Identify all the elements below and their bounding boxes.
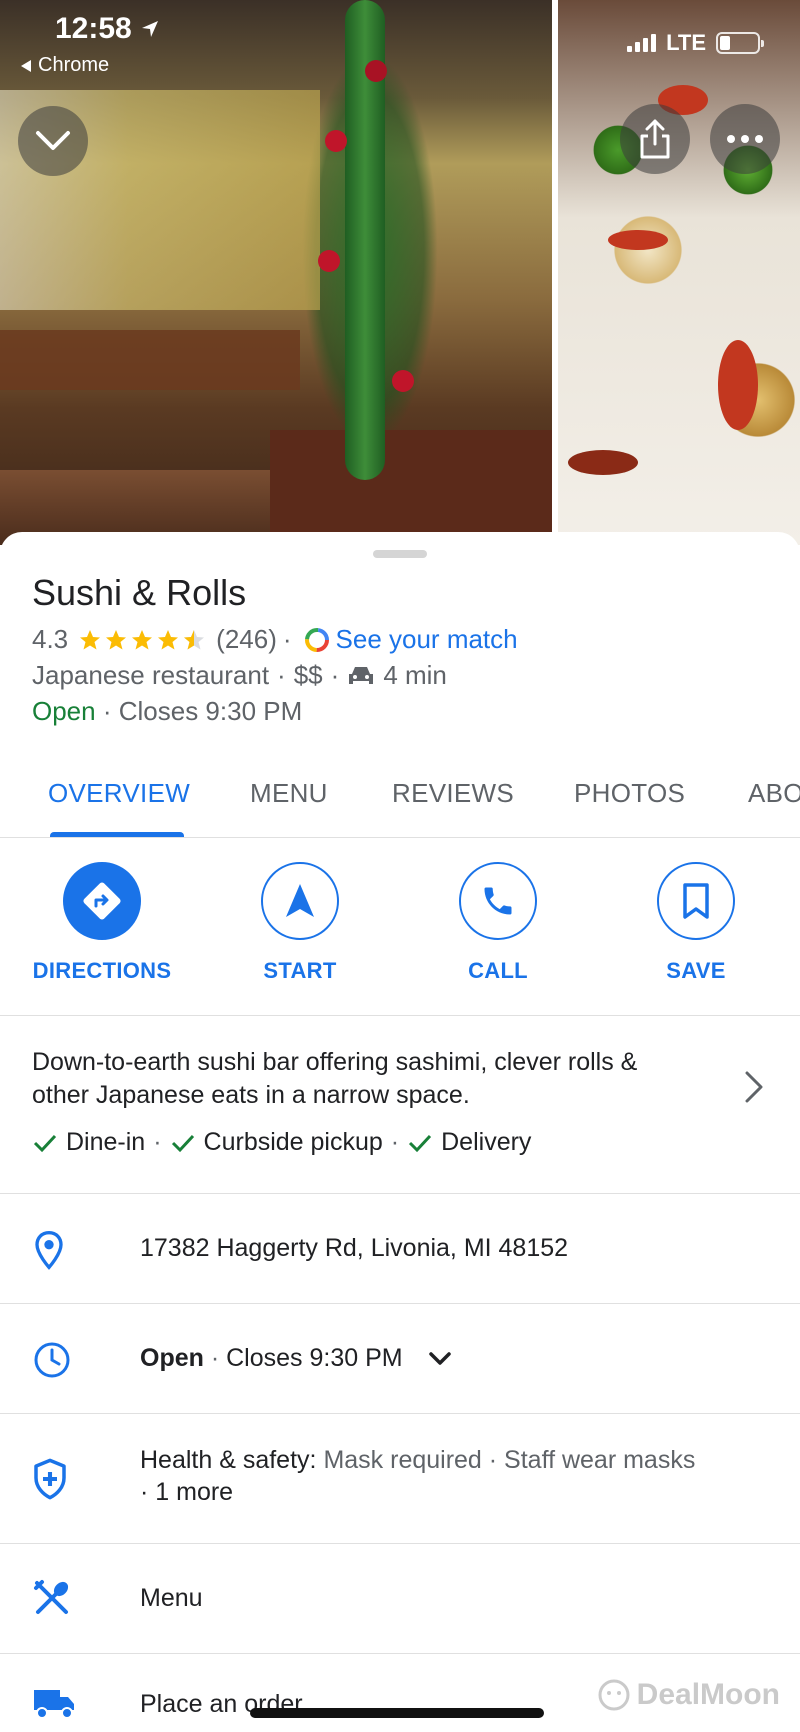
share-button[interactable] xyxy=(620,104,690,174)
review-count[interactable]: (246) xyxy=(216,624,277,655)
hours-summary: Open · Closes 9:30 PM xyxy=(32,696,303,726)
start-label: START xyxy=(263,958,337,983)
health-safety-row[interactable]: Health & safety: Mask required · Staff w… xyxy=(0,1414,800,1544)
car-icon xyxy=(349,666,374,684)
menu-row[interactable]: Menu xyxy=(0,1544,800,1654)
description-section[interactable]: Down-to-earth sushi bar offering sashimi… xyxy=(0,1016,800,1194)
watermark-logo-icon xyxy=(598,1679,630,1711)
hours-text: Open · Closes 9:30 PM xyxy=(140,1344,452,1373)
clock-icon xyxy=(34,1342,70,1378)
category-label: Japanese restaurant xyxy=(32,660,270,690)
tab-overview[interactable]: OVERVIEW xyxy=(48,778,190,809)
star-half-icon xyxy=(184,629,205,649)
rating-row: 4.3 (246) · See your match xyxy=(32,624,518,655)
health-line-1: Health & safety: Mask required · Staff w… xyxy=(140,1446,695,1475)
health-values: Mask required · Staff wear masks xyxy=(323,1446,696,1474)
check-icon xyxy=(409,1134,432,1152)
chevron-down-icon xyxy=(36,131,70,150)
place-sheet: Sushi & Rolls 4.3 (246) · See your match… xyxy=(0,532,800,1732)
more-dots-icon xyxy=(727,135,763,143)
photo-carousel[interactable]: 12:58 Chrome LTE xyxy=(0,0,800,545)
start-button[interactable]: START xyxy=(210,862,390,984)
network-label: LTE xyxy=(666,30,706,55)
sushi-rolls-photo[interactable] xyxy=(558,0,800,545)
price-level: $$ xyxy=(293,660,323,690)
battery-icon xyxy=(716,32,764,54)
share-icon xyxy=(640,119,670,159)
amenity-dine-in: Dine-in xyxy=(66,1128,146,1156)
more-options-button[interactable] xyxy=(710,104,780,174)
back-app-label: Chrome xyxy=(38,54,110,76)
star-icon xyxy=(80,629,101,649)
directions-button[interactable]: DIRECTIONS xyxy=(12,862,192,984)
health-more: · 1 more xyxy=(140,1478,234,1506)
directions-label: DIRECTIONS xyxy=(32,958,172,983)
restaurant-interior-photo[interactable] xyxy=(0,0,552,545)
hours-open: Open xyxy=(140,1344,204,1372)
drag-handle[interactable] xyxy=(373,550,427,558)
amenities-row: Dine-in · Curbside pickup · Delivery xyxy=(32,1128,531,1157)
call-label: CALL xyxy=(468,958,528,983)
health-label: Health & safety: xyxy=(140,1446,317,1474)
rating-stars xyxy=(78,628,206,652)
description-text: Down-to-earth sushi bar offering sashimi… xyxy=(32,1048,638,1109)
tab-menu[interactable]: MENU xyxy=(250,778,328,809)
collapse-button[interactable] xyxy=(18,106,88,176)
navigation-arrow-icon xyxy=(286,884,314,917)
back-triangle-icon xyxy=(21,59,31,72)
google-g-icon xyxy=(304,627,329,652)
address-row[interactable]: 17382 Haggerty Rd, Livonia, MI 48152 xyxy=(0,1194,800,1304)
star-icon xyxy=(106,629,127,649)
call-button[interactable]: CALL xyxy=(408,862,588,984)
open-status: Open xyxy=(32,696,96,726)
drive-time: 4 min xyxy=(383,660,447,690)
address-text: 17382 Haggerty Rd, Livonia, MI 48152 xyxy=(140,1234,569,1262)
chevron-down-icon[interactable] xyxy=(428,1351,452,1367)
hours-closes: Closes 9:30 PM xyxy=(226,1344,403,1372)
action-buttons: DIRECTIONS START CALL SAVE xyxy=(0,838,800,1016)
tab-reviews[interactable]: REVIEWS xyxy=(392,778,514,809)
chevron-right-icon xyxy=(745,1071,763,1103)
hours-row[interactable]: Open · Closes 9:30 PM xyxy=(0,1304,800,1414)
tab-photos[interactable]: PHOTOS xyxy=(574,778,685,809)
signal-icon xyxy=(627,34,657,52)
utensils-icon xyxy=(34,1580,69,1614)
closing-time: Closes 9:30 PM xyxy=(118,696,303,726)
delivery-truck-icon xyxy=(34,1690,74,1719)
save-label: SAVE xyxy=(666,958,726,983)
rating-value: 4.3 xyxy=(32,624,69,654)
status-indicators: LTE xyxy=(627,30,764,56)
place-title: Sushi & Rolls xyxy=(32,572,247,613)
star-icon xyxy=(158,629,179,649)
bookmark-icon xyxy=(683,883,709,919)
status-time: 12:58 xyxy=(55,12,160,46)
check-icon xyxy=(33,1134,57,1152)
location-arrow-icon xyxy=(141,21,158,37)
save-button[interactable]: SAVE xyxy=(606,862,786,984)
directions-icon xyxy=(83,882,121,920)
amenity-delivery: Delivery xyxy=(441,1128,532,1156)
shield-plus-icon xyxy=(34,1458,66,1500)
star-icon xyxy=(132,629,153,649)
home-indicator[interactable] xyxy=(250,1708,544,1718)
phone-icon xyxy=(484,887,512,915)
back-to-app[interactable]: Chrome xyxy=(20,54,109,77)
menu-text: Menu xyxy=(140,1584,203,1612)
tab-bar: OVERVIEW MENU REVIEWS PHOTOS ABOUT xyxy=(0,760,800,838)
tab-about[interactable]: ABOUT xyxy=(748,778,800,809)
amenity-curbside: Curbside pickup xyxy=(203,1128,383,1156)
check-icon xyxy=(171,1134,194,1152)
category-row: Japanese restaurant · $$ · 4 min xyxy=(32,660,447,690)
watermark: DealMoon xyxy=(597,1678,780,1712)
see-your-match-link[interactable]: See your match xyxy=(336,624,518,655)
location-pin-icon xyxy=(35,1230,63,1270)
